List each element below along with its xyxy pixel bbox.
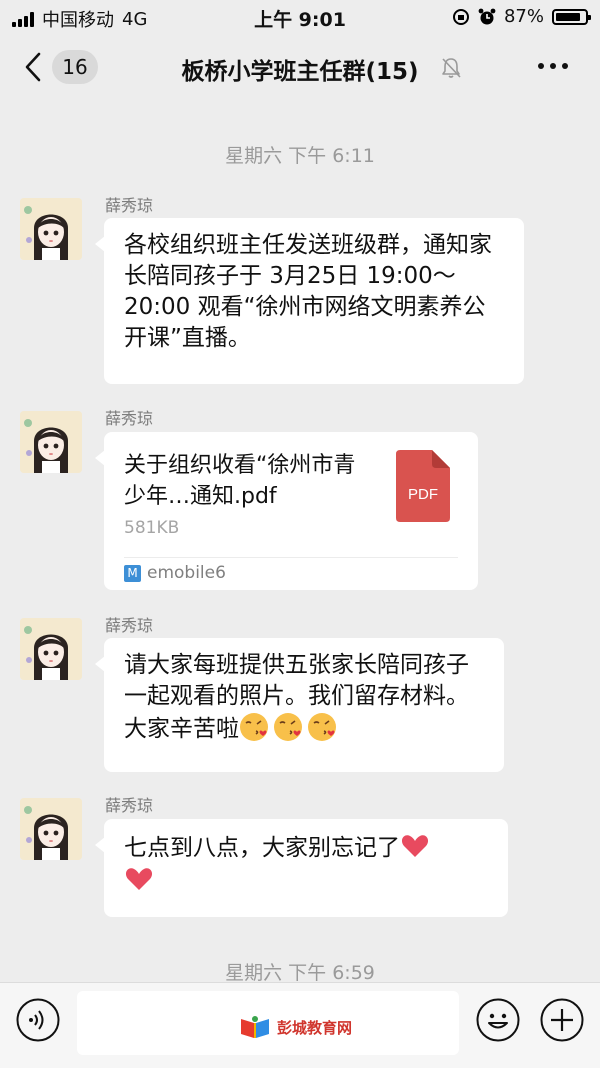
girl-avatar-icon	[20, 798, 82, 860]
girl-avatar-icon	[20, 618, 82, 680]
watermark-text: 彭城教育网	[277, 1018, 353, 1037]
sender-name: 薛秀琼	[105, 409, 154, 428]
chat-title: 板桥小学班主任群(15)	[181, 59, 419, 85]
status-right: 87%	[452, 6, 591, 27]
battery-percent: 87%	[503, 6, 544, 27]
girl-avatar-icon	[20, 198, 82, 260]
battery-icon	[552, 8, 591, 25]
voice-input-button[interactable]	[16, 998, 60, 1042]
avatar[interactable]	[20, 618, 82, 680]
girl-avatar-icon	[20, 411, 82, 473]
source-app-label: emobile6	[147, 563, 226, 583]
file-message-card[interactable]: 关于组织收看“徐州市青少年…通知.pdf 581KB PDF M emobile…	[95, 432, 478, 590]
battery-fill	[556, 12, 580, 21]
alarm-icon	[478, 8, 496, 24]
watermark: 彭城教育网	[239, 1015, 352, 1039]
message-bubble[interactable]: 各校组织班主任发送班级群，通知家长陪同孩子于 3月25日 19:00～20:00…	[95, 218, 524, 384]
message-input[interactable]: 彭城教育网	[77, 991, 459, 1055]
status-bar: 中国移动 4G 上午 9:01 87%	[0, 0, 600, 34]
pdf-label: PDF	[408, 486, 438, 503]
more-functions-button[interactable]	[540, 998, 584, 1042]
file-source: M emobile6	[124, 563, 226, 583]
file-name: 关于组织收看“徐州市青少年…通知.pdf	[124, 453, 356, 509]
heart-emoji-icon	[401, 835, 429, 857]
heart-emoji-icon	[125, 868, 153, 890]
timestamp: 星期六 下午 6:59	[225, 962, 375, 984]
avatar[interactable]	[20, 198, 82, 260]
sender-name: 薛秀琼	[105, 616, 154, 635]
more-options-button[interactable]	[538, 56, 572, 76]
pdf-file-icon: PDF	[396, 450, 450, 522]
mute-bell-icon	[442, 58, 461, 78]
divider	[124, 557, 458, 558]
kiss-emoji-icon	[308, 713, 336, 741]
emoji-picker-button[interactable]	[476, 998, 520, 1042]
sender-name: 薛秀琼	[105, 796, 154, 815]
chat-header: 16 板桥小学班主任群(15)	[0, 34, 600, 102]
emobile-app-icon: M	[124, 564, 141, 582]
message-bubble[interactable]: 七点到八点，大家别忘记了	[95, 819, 508, 917]
file-size: 581KB	[124, 518, 180, 538]
kiss-emoji-icon	[274, 713, 302, 741]
message-bubble[interactable]: 请大家每班提供五张家长陪同孩子一起观看的照片。我们留存材料。大家辛苦啦	[95, 638, 504, 772]
kiss-emoji-icon	[240, 713, 268, 741]
sender-name: 薛秀琼	[105, 196, 154, 215]
message-text: 七点到八点，大家别忘记了	[124, 835, 400, 861]
avatar[interactable]	[20, 411, 82, 473]
book-logo-icon	[241, 1016, 269, 1038]
message-text: 各校组织班主任发送班级群，通知家长陪同孩子于 3月25日 19:00～20:00…	[124, 232, 492, 351]
input-bar: 彭城教育网	[0, 982, 600, 1068]
avatar[interactable]	[20, 798, 82, 860]
timestamp: 星期六 下午 6:11	[225, 145, 375, 167]
rotation-lock-icon	[452, 8, 469, 25]
